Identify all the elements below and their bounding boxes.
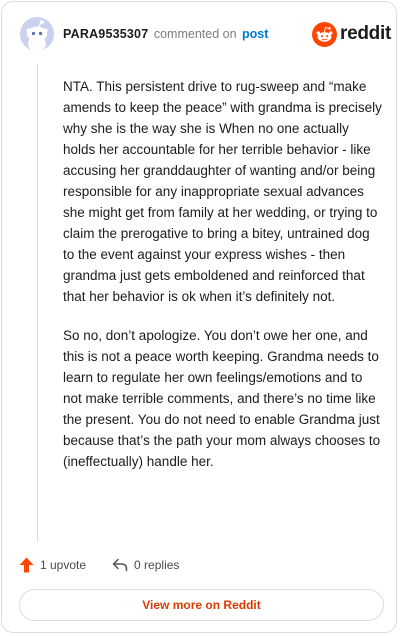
commented-on-text: commented on — [153, 27, 237, 41]
reply-arrow-icon — [112, 558, 128, 572]
post-link[interactable]: post — [242, 27, 268, 41]
comment-embed-card: PARA9535307 commented on post reddit NTA… — [1, 1, 397, 633]
comment-actions: 1 upvote 0 replies — [19, 556, 179, 574]
replies-count: 0 replies — [134, 558, 180, 572]
upvote-count: 1 upvote — [40, 558, 87, 572]
comment-paragraph: So no, don’t apologize. You don’t owe he… — [63, 328, 381, 469]
upvote-arrow-icon — [19, 557, 34, 573]
thread-line — [37, 64, 38, 542]
comment-paragraph: NTA. This persistent drive to rug-sweep … — [63, 79, 382, 304]
reddit-brand-link[interactable]: reddit — [312, 20, 391, 48]
username-link[interactable]: PARA9535307 — [63, 27, 148, 41]
upvote-button[interactable]: 1 upvote — [19, 557, 86, 573]
comment-header: PARA9535307 commented on post — [63, 27, 268, 41]
snoo-avatar-icon — [20, 17, 54, 51]
reddit-wordmark: reddit — [340, 23, 391, 44]
comment-body: NTA. This persistent drive to rug-sweep … — [63, 76, 383, 490]
replies-button[interactable]: 0 replies — [112, 558, 179, 572]
avatar[interactable] — [20, 17, 54, 51]
reddit-logo-icon — [312, 21, 337, 47]
view-more-button[interactable]: View more on Reddit — [19, 589, 384, 621]
